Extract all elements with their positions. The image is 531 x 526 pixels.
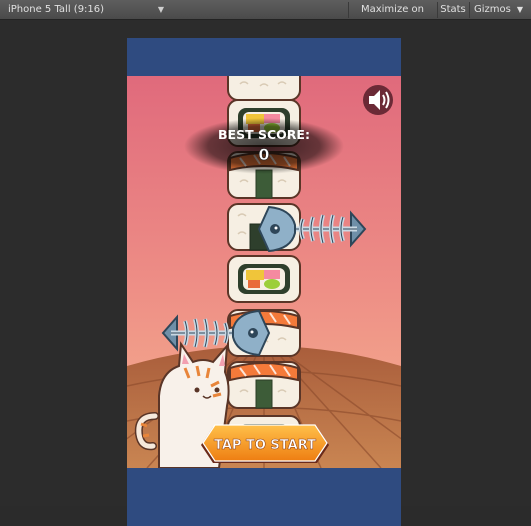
best-score-value: 0 (258, 145, 269, 164)
letterbox-top (127, 38, 401, 76)
start-button-label: TAP TO START (214, 438, 316, 453)
gizmos-dropdown[interactable]: Gizmos ▼ (469, 2, 527, 18)
chevron-down-icon: ▼ (157, 5, 164, 14)
best-score-label: BEST SCORE: (218, 127, 310, 142)
chevron-down-icon: ▼ (516, 5, 523, 14)
aspect-ratio-dropdown[interactable]: iPhone 5 Tall (9:16) ▼ (4, 2, 166, 18)
game-screen[interactable]: BEST SCORE: 0 TAP TO START (127, 38, 401, 526)
letterbox-bottom (127, 468, 401, 526)
maximize-on-play-toggle[interactable]: Maximize on Play (348, 2, 436, 31)
game-view: BEST SCORE: 0 TAP TO START (0, 20, 531, 526)
stats-toggle[interactable]: Stats (437, 2, 468, 18)
editor-toolbar: iPhone 5 Tall (9:16) ▼ Maximize on Play … (0, 0, 531, 31)
sound-toggle[interactable] (363, 85, 393, 115)
aspect-ratio-label: iPhone 5 Tall (9:16) (8, 4, 105, 15)
hud-layer: BEST SCORE: 0 TAP TO START (184, 85, 393, 463)
tap-to-start-button[interactable]: TAP TO START (201, 424, 329, 463)
gizmos-label: Gizmos (474, 4, 511, 15)
